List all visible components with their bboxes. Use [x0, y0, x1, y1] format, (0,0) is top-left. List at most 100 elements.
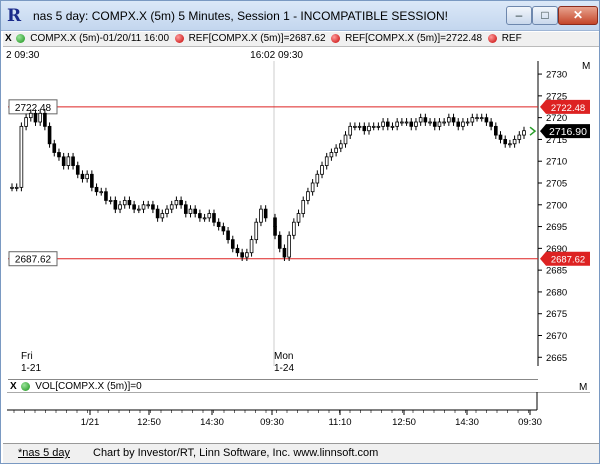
time-axis-svg[interactable]: 1/21 12:50 14:30 09:30 11:10 12:50 14:30 09:30 [7, 391, 590, 440]
close-pane-button[interactable]: X [3, 32, 14, 46]
price-bar-body [301, 200, 306, 214]
price-bar-body [273, 226, 277, 236]
price-bar-body [216, 221, 221, 227]
price-bar-body [343, 134, 348, 145]
ref-label-3[interactable]: REF [502, 32, 522, 46]
y-tick-label: 2665 [546, 353, 567, 364]
price-bar-body [498, 134, 503, 140]
time-axis[interactable]: 1/21 12:50 14:30 09:30 11:10 12:50 14:30 09:30 [7, 391, 590, 440]
y-tick-label: 2730 [546, 70, 567, 81]
price-bar-body [353, 125, 357, 128]
price-bar-body [174, 200, 179, 206]
maximize-button[interactable]: □ [532, 6, 558, 25]
x-tick-label: 11:10 [328, 417, 351, 428]
ref-label-1[interactable]: REF[COMPX.X (5m)]=2687.62 [189, 32, 326, 46]
y-tick-label: 2710 [546, 157, 567, 168]
price-bar-body [329, 152, 334, 158]
price-bar-body [395, 121, 399, 127]
credit-text: Chart by Investor/RT, Linn Software, Inc… [93, 447, 379, 459]
session-time-row: 2 09:30 16:02 09:30 [6, 50, 303, 61]
price-bar-body [263, 208, 268, 219]
volume-label[interactable]: VOL[COMPX.X (5m)]=0 [35, 381, 141, 392]
x-tick-label: 1/21 [81, 417, 100, 428]
x-tick-label: 14:30 [200, 417, 224, 428]
window-title: nas 5 day: COMPX.X (5m) 5 Minutes, Sessi… [33, 9, 449, 23]
price-bar-body [24, 117, 28, 127]
price-bar-body [310, 182, 315, 193]
close-volume-pane-button[interactable]: X [8, 381, 19, 392]
price-bar-body [240, 252, 244, 258]
price-bar-body [362, 125, 367, 132]
price-bar-body [47, 125, 52, 145]
price-bar-body [517, 134, 522, 140]
price-bar-body [348, 125, 353, 136]
price-bar-body [385, 121, 390, 127]
ref-value-label-left: 2722.48 [15, 103, 52, 114]
price-bar-body [90, 173, 94, 188]
title-bar[interactable]: R nas 5 day: COMPX.X (5m) 5 Minutes, Ses… [1, 1, 599, 31]
price-bar-body [254, 221, 259, 241]
price-bar-body [376, 125, 381, 128]
price-bar-body [296, 213, 301, 223]
price-bar-body [230, 239, 235, 249]
price-bar-body [371, 125, 376, 128]
price-bar-body [43, 112, 47, 127]
minimize-button[interactable]: – [506, 6, 532, 25]
y-tick-label: 2705 [546, 179, 567, 190]
price-bar-body [418, 117, 423, 123]
y-tick-label: 2700 [546, 200, 567, 211]
green-series-dot-icon[interactable] [16, 34, 26, 43]
green-volume-dot-icon[interactable] [21, 382, 31, 391]
price-bar-body [122, 200, 127, 206]
red-ref-dot-icon[interactable] [331, 34, 341, 43]
price-bar-body [428, 121, 432, 124]
price-bar-body [381, 121, 385, 127]
main-series-label[interactable]: COMPX.X (5m)-01/20/11 16:00 [30, 32, 169, 46]
price-chart[interactable]: Fri 1-21 Mon 1-24 2730 2725 2720 2715 2710 2705 27… [8, 61, 591, 379]
price-bar-body [259, 208, 263, 223]
red-ref-dot-icon[interactable] [487, 34, 497, 43]
close-button[interactable]: ✕ [558, 6, 598, 25]
x-tick-label: 14:30 [455, 417, 479, 428]
price-bar-body [432, 121, 437, 127]
x-tick-label: 09:30 [260, 417, 284, 428]
price-bar-body [287, 234, 291, 258]
price-chart-svg[interactable]: Fri1-21Mon1-2427302725272027152710270527… [8, 61, 591, 379]
chart-menu-label: M [582, 61, 590, 72]
time-fragment-left: 2 09:30 [6, 50, 40, 61]
ref-label-2[interactable]: REF[COMPX.X (5m)]=2722.48 [345, 32, 482, 46]
price-bar-body [127, 200, 132, 206]
price-bar-body [522, 130, 526, 136]
ref-value-label-right: 2687.62 [551, 255, 585, 266]
price-bar-body [512, 139, 517, 145]
price-bar-body [423, 117, 428, 123]
price-bar-body [85, 173, 89, 180]
price-bar-body [447, 117, 451, 123]
price-bar-body [475, 117, 479, 120]
price-bar-body [118, 204, 122, 210]
price-bar-body [315, 173, 320, 184]
price-bar-body [94, 186, 99, 193]
price-bar-body [146, 204, 151, 207]
price-bar-body [61, 156, 66, 166]
y-tick-label: 2685 [546, 266, 567, 277]
price-bar-body [14, 186, 19, 189]
last-price-label: 2716.90 [549, 126, 587, 138]
price-bar-body [71, 156, 75, 166]
y-tick-label: 2675 [546, 309, 567, 320]
price-bar-body [338, 143, 343, 149]
price-bar-body [292, 221, 296, 236]
price-bar-body [484, 117, 489, 123]
price-bar-body [52, 143, 57, 153]
red-ref-dot-icon[interactable] [174, 34, 184, 43]
price-bar-body [99, 191, 104, 194]
price-bar-body [235, 247, 240, 254]
day-label: Mon [274, 351, 293, 362]
price-bar-body [66, 156, 71, 166]
price-bar-body [207, 213, 212, 219]
day-label: Fri [21, 351, 33, 362]
chart-page-tab[interactable]: *nas 5 day [18, 444, 70, 462]
price-bar-body [38, 112, 42, 123]
price-bar-body [57, 152, 61, 158]
investor-rt-logo-icon[interactable]: R [7, 7, 25, 25]
